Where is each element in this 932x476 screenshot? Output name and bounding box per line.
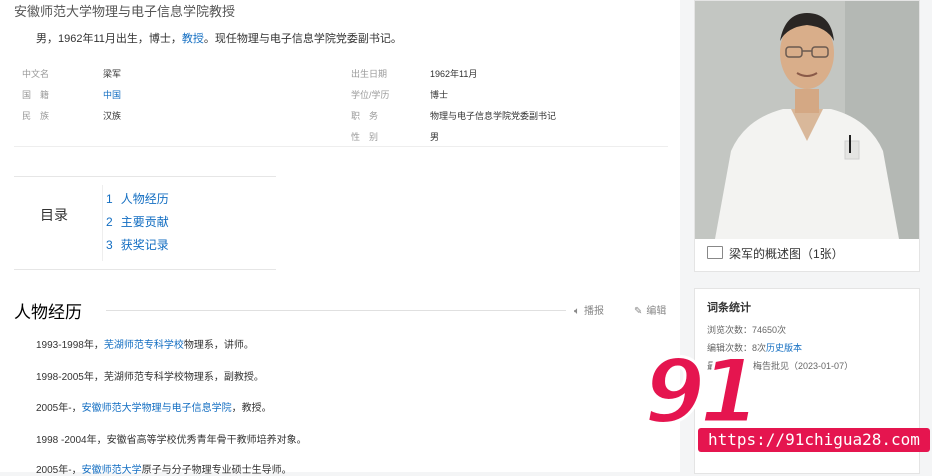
image-icon: [707, 246, 723, 259]
list-item: 1993-1998年，芜湖师范专科学校物理系，讲师。: [36, 336, 254, 351]
section-title: 人物经历: [14, 303, 82, 322]
stat-label: 编辑次数：: [707, 343, 753, 353]
toc-item-label: 获奖记录: [120, 238, 169, 252]
paragraph-link[interactable]: 芜湖师范专科学校: [104, 340, 184, 351]
stat-fragment: 梅告批见: [753, 361, 790, 371]
info-key: 性 别: [351, 132, 379, 142]
toc-item-contributions[interactable]: 2 主要贡献: [106, 213, 169, 230]
toc-item-number: 3: [106, 238, 113, 252]
infobox: 中文名 梁军 国 籍 中国 民 族 汉族 出生日期 1962年11月 学位/学历…: [14, 60, 668, 147]
toc-item-number: 2: [106, 215, 113, 229]
summary-link-professor[interactable]: 教授: [182, 33, 204, 45]
toc-divider: [102, 185, 103, 261]
info-value: 博士: [430, 90, 449, 100]
play-button[interactable]: 🔈︎ 播报: [574, 302, 604, 317]
info-key: 民 族: [22, 111, 50, 121]
paragraph-text: 2005年-，: [36, 403, 82, 414]
edit-button[interactable]: ✎ 编辑: [634, 302, 666, 317]
info-value: 汉族: [103, 111, 122, 121]
table-of-contents: 目录 1 人物经历 2 主要贡献 3 获奖记录: [14, 176, 276, 270]
info-value-link[interactable]: 中国: [103, 88, 121, 101]
stat-views: 浏览次数：74650次: [707, 323, 786, 336]
toc-item-label: 主要贡献: [120, 215, 169, 229]
paragraph-link[interactable]: 安徽师范大学物理与电子信息学院: [82, 403, 232, 414]
portrait-photo[interactable]: [695, 1, 919, 239]
stat-edits: 编辑次数：8次历史版本: [707, 341, 802, 354]
list-item: 2005年-，安徽师范大学原子与分子物理专业硕士生导师。: [36, 461, 292, 476]
summary-text-2: 。现任物理与电子信息学院党委副书记。: [203, 33, 402, 45]
toc-item-label: 人物经历: [120, 192, 169, 206]
info-key: 国 籍: [22, 90, 50, 100]
paragraph-text: 原子与分子物理专业硕士生导师。: [141, 465, 292, 476]
list-item: 2005年-，安徽师范大学物理与电子信息学院，教授。: [36, 399, 272, 414]
info-key: 职 务: [351, 111, 379, 121]
play-label: 播报: [584, 306, 604, 317]
paragraph-text: 2005年-，: [36, 465, 82, 476]
page-subtitle: 安徽师范大学物理与电子信息学院教授: [14, 4, 236, 19]
article-main: 安徽师范大学物理与电子信息学院教授 男，1962年11月出生，博士，教授。现任物…: [0, 0, 680, 476]
photo-caption[interactable]: 梁军的概述图（1张）: [707, 245, 844, 262]
info-value: 1962年11月: [430, 69, 478, 79]
stat-label: 浏览次数：: [707, 325, 753, 335]
summary: 男，1962年11月出生，博士，教授。现任物理与电子信息学院党委副书记。: [36, 30, 402, 46]
summary-text-1: 男，1962年11月出生，博士，: [36, 33, 182, 45]
stat-last-update: 最近 梅告批见（2023-01-07）: [707, 359, 853, 372]
info-value: 男: [430, 132, 440, 142]
stat-date: （2023-01-07）: [789, 361, 854, 371]
info-key: 出生日期: [351, 69, 388, 79]
entry-stats-card: 词条统计 浏览次数：74650次 编辑次数：8次历史版本 最近 梅告批见（2023…: [694, 288, 920, 474]
toc-title: 目录: [40, 207, 68, 223]
pencil-icon: ✎: [634, 306, 643, 317]
info-key: 中文名: [22, 69, 50, 79]
paragraph-text: ，教授。: [231, 403, 272, 414]
paragraph-text: 物理系，讲师。: [183, 340, 254, 351]
section-divider: [106, 310, 566, 311]
stat-label: 最近: [707, 361, 726, 371]
edit-label: 编辑: [646, 306, 667, 317]
info-key: 学位/学历: [351, 90, 390, 100]
section-header-career: 人物经历 🔈︎ 播报 ✎ 编辑: [14, 298, 668, 322]
history-link[interactable]: 历史版本: [766, 343, 802, 353]
portrait-illustration: [695, 1, 919, 239]
toc-item-career[interactable]: 1 人物经历: [106, 190, 169, 207]
toc-item-number: 1: [106, 192, 113, 206]
info-value: 物理与电子信息学院党委副书记: [430, 111, 557, 121]
info-value: 梁军: [103, 69, 122, 79]
paragraph-text: 1998 -2004年，安徽省高等学校优秀青年骨干教师培养对象。: [36, 435, 307, 446]
paragraph-link[interactable]: 安徽师范大学: [82, 465, 142, 476]
toc-item-awards[interactable]: 3 获奖记录: [106, 236, 169, 253]
overview-photo-card: 梁军的概述图（1张）: [694, 0, 920, 272]
list-item: 1998 -2004年，安徽省高等学校优秀青年骨干教师培养对象。: [36, 431, 307, 446]
stat-value: 74650次: [752, 325, 787, 335]
paragraph-text: 1998-2005年，芜湖师范专科学校物理系，副教授。: [36, 372, 264, 383]
speaker-icon: 🔈︎: [574, 306, 580, 317]
list-item: 1998-2005年，芜湖师范专科学校物理系，副教授。: [36, 368, 264, 383]
photo-caption-text: 梁军的概述图（1张）: [729, 247, 844, 261]
stats-title: 词条统计: [707, 302, 751, 314]
paragraph-text: 1993-1998年，: [36, 340, 104, 351]
stat-value: 8次: [752, 343, 767, 353]
